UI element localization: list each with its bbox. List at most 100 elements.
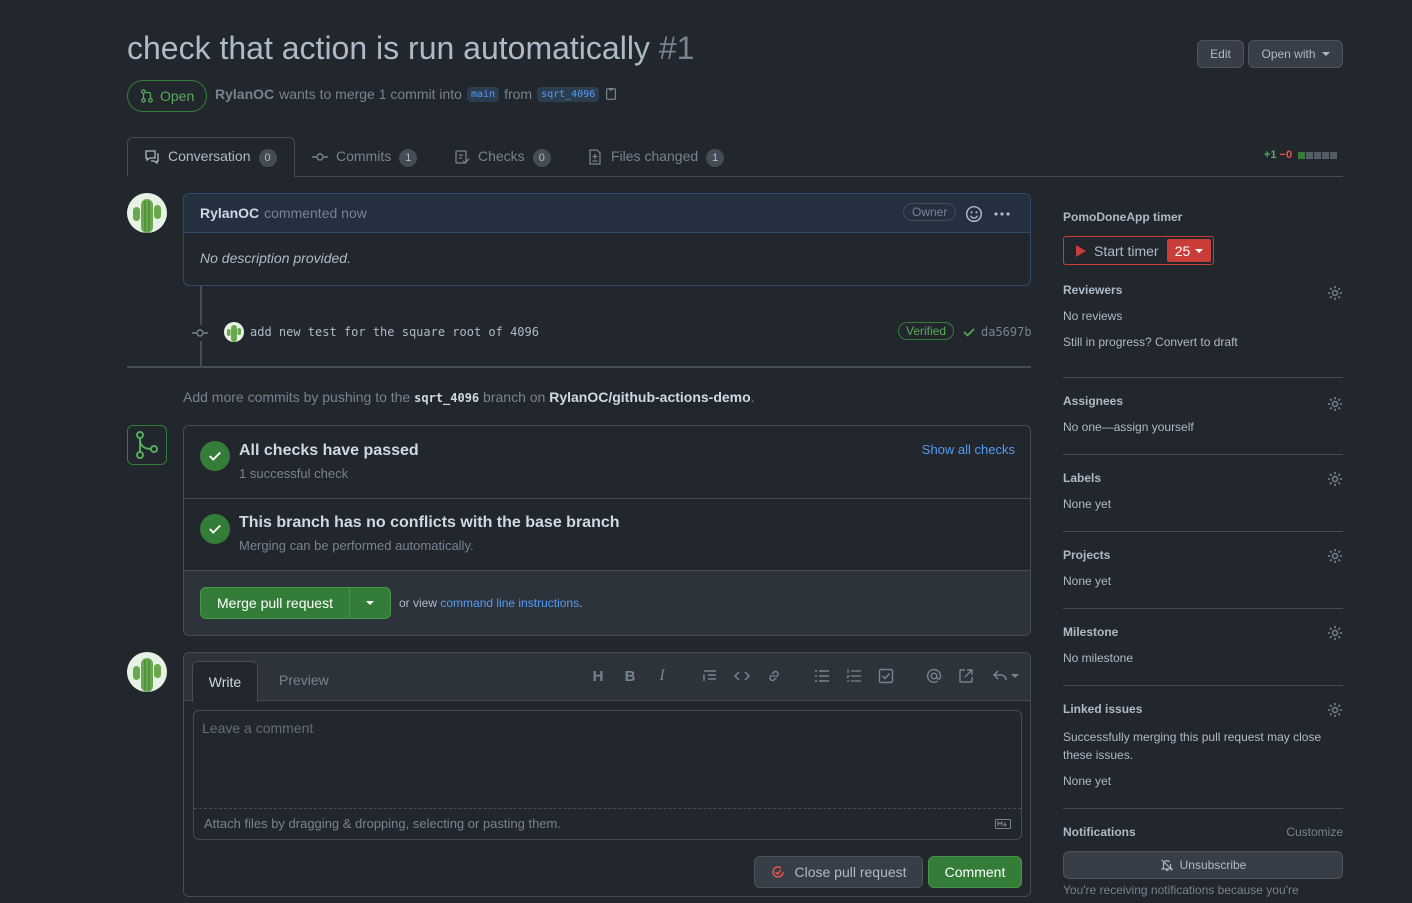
comment-submit-button[interactable]: Comment <box>928 856 1022 888</box>
merge-text: wants to merge 1 commit into <box>279 86 462 102</box>
linked-issues-title[interactable]: Linked issues <box>1063 702 1142 716</box>
merge-summary: RylanOC wants to merge 1 commit into mai… <box>215 86 618 102</box>
commit-sha[interactable]: da5697b <box>981 325 1032 339</box>
push-hint: Add more commits by pushing to the sqrt_… <box>183 389 755 405</box>
diffstat-blocks <box>1298 151 1338 159</box>
current-user-avatar[interactable] <box>127 652 167 692</box>
reviewers-value: No reviews <box>1063 309 1123 323</box>
ordered-list-icon[interactable] <box>845 667 863 685</box>
edit-button[interactable]: Edit <box>1197 40 1244 68</box>
comment-textarea[interactable]: Leave a comment <box>202 720 313 736</box>
unsubscribe-button[interactable]: Unsubscribe <box>1063 851 1343 879</box>
author-link[interactable]: RylanOC <box>215 86 274 102</box>
owner-badge: Owner <box>903 203 957 221</box>
convert-to-draft-link[interactable]: Still in progress? Convert to draft <box>1063 335 1238 349</box>
comment-box: RylanOC commented now Owner No descripti… <box>183 193 1031 286</box>
close-button-label: Close pull request <box>794 864 907 880</box>
milestone-title[interactable]: Milestone <box>1063 625 1118 639</box>
cross-reference-icon[interactable] <box>957 667 975 685</box>
open-with-button[interactable]: Open with <box>1248 40 1343 68</box>
open-with-label: Open with <box>1261 47 1316 61</box>
linked-issues-value: None yet <box>1063 774 1112 788</box>
tab-conversation[interactable]: Conversation 0 <box>144 137 277 177</box>
bell-slash-icon <box>1160 859 1173 871</box>
checks-title: All checks have passed <box>239 442 419 459</box>
tab-preview[interactable]: Preview <box>279 672 329 688</box>
cli-hint-suffix: . <box>579 596 583 610</box>
gear-icon[interactable] <box>1327 396 1343 412</box>
task-list-icon[interactable] <box>877 667 895 685</box>
attach-files-hint[interactable]: Attach files by dragging & dropping, sel… <box>204 816 561 831</box>
avatar[interactable] <box>127 193 167 233</box>
comment-body: No description provided. <box>200 250 351 266</box>
merge-pull-request-button[interactable]: Merge pull request <box>200 587 350 619</box>
tab-write-label: Write <box>208 674 242 690</box>
command-line-instructions-link[interactable]: command line instructions <box>440 596 579 610</box>
gear-icon[interactable] <box>1327 471 1343 487</box>
repo-link[interactable]: RylanOC/github-actions-demo <box>549 389 750 405</box>
conflicts-section: This branch has no conflicts with the ba… <box>184 499 1030 571</box>
assignees-title[interactable]: Assignees <box>1063 394 1123 408</box>
verified-badge[interactable]: Verified <box>898 322 955 340</box>
quote-icon[interactable] <box>701 667 719 685</box>
customize-link[interactable]: Customize <box>1286 825 1343 839</box>
unsubscribe-label: Unsubscribe <box>1179 858 1247 872</box>
cli-hint: or view command line instructions. <box>399 596 582 610</box>
tab-label: Conversation <box>168 147 251 164</box>
tab-commits[interactable]: Commits 1 <box>312 137 418 177</box>
show-all-checks-link[interactable]: Show all checks <box>922 442 1015 457</box>
tab-write[interactable]: Write <box>192 661 258 702</box>
unordered-list-icon[interactable] <box>813 667 831 685</box>
gear-icon[interactable] <box>1327 625 1343 641</box>
code-icon[interactable] <box>733 667 751 685</box>
labels-title[interactable]: Labels <box>1063 471 1101 485</box>
tab-checks[interactable]: Checks 0 <box>454 137 551 177</box>
merge-method-dropdown[interactable] <box>349 587 391 619</box>
push-hint-middle: branch on <box>483 389 546 405</box>
play-icon <box>1076 244 1086 257</box>
merge-action-section: Merge pull request or view command line … <box>184 571 1030 635</box>
edit-label: Edit <box>1210 47 1231 61</box>
copy-icon[interactable] <box>604 87 618 101</box>
push-hint-branch: sqrt_4096 <box>414 391 480 405</box>
close-pull-request-button[interactable]: Close pull request <box>754 856 923 888</box>
projects-value: None yet <box>1063 574 1112 588</box>
timer-value: 25 <box>1174 242 1191 259</box>
base-branch[interactable]: main <box>466 86 500 102</box>
tab-label: Files changed <box>611 147 699 164</box>
head-branch[interactable]: sqrt_4096 <box>537 86 600 102</box>
pomodone-title: PomoDoneApp timer <box>1063 210 1183 224</box>
pr-title: check that action is run automatically <box>127 30 650 66</box>
cactus-avatar-icon <box>133 199 161 233</box>
sidebar-divider <box>1063 377 1343 378</box>
caret-down-icon <box>1195 248 1204 253</box>
gear-icon[interactable] <box>1327 702 1343 718</box>
comment-author[interactable]: RylanOC <box>200 205 259 221</box>
pull-request-icon <box>141 89 153 103</box>
heading-icon[interactable]: H <box>589 667 607 685</box>
markdown-icon[interactable] <box>995 819 1011 829</box>
page-title: check that action is run automatically #… <box>127 30 694 67</box>
gear-icon[interactable] <box>1327 285 1343 301</box>
italic-icon[interactable]: I <box>653 667 671 685</box>
timer-duration-select[interactable]: 25 <box>1167 239 1211 262</box>
bold-icon[interactable]: B <box>621 667 639 685</box>
assign-yourself-link[interactable]: No one—assign yourself <box>1063 420 1194 434</box>
reviewers-title[interactable]: Reviewers <box>1063 283 1122 297</box>
tab-label: Checks <box>478 147 525 164</box>
merge-button-label: Merge pull request <box>217 595 333 611</box>
kebab-horizontal-icon[interactable] <box>993 206 1011 222</box>
tab-counter: 0 <box>258 148 277 167</box>
tab-counter: 1 <box>706 148 725 167</box>
projects-title[interactable]: Projects <box>1063 548 1110 562</box>
commit-message[interactable]: add new test for the square root of 4096 <box>250 325 539 339</box>
cactus-avatar-icon <box>227 325 241 342</box>
saved-replies-icon[interactable] <box>989 667 1021 685</box>
tab-files-changed[interactable]: Files changed 1 <box>587 137 725 177</box>
comment-discussion-icon <box>145 150 159 165</box>
mention-icon[interactable] <box>925 667 943 685</box>
gear-icon[interactable] <box>1327 548 1343 564</box>
commit-avatar[interactable] <box>224 322 244 342</box>
smiley-icon[interactable] <box>965 205 983 223</box>
link-icon[interactable] <box>765 667 783 685</box>
